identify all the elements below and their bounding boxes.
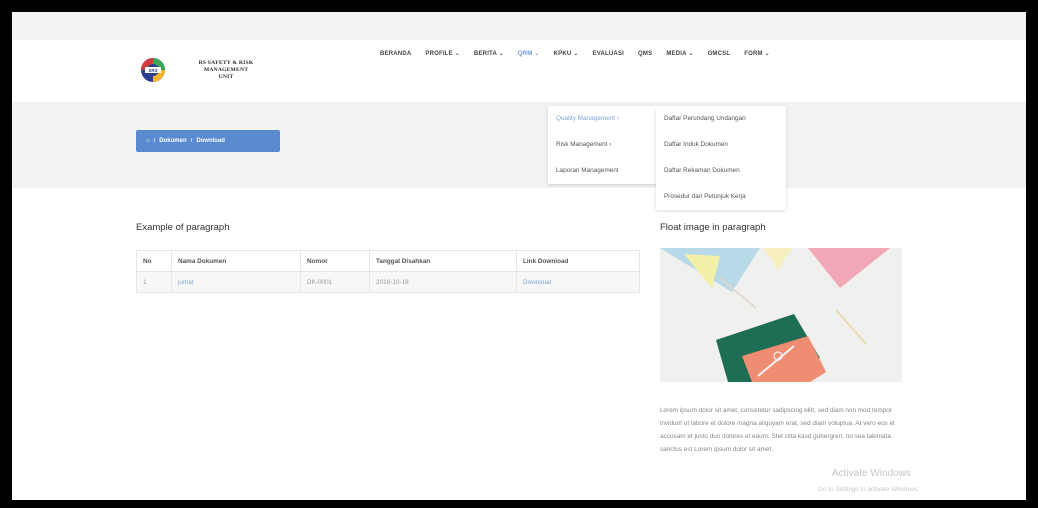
breadcrumb-item-download: Download [196, 138, 225, 144]
column-header: Nomor [300, 250, 370, 272]
column-header: Nama Dokumen [171, 250, 301, 272]
submenu-item-daftar-perundang[interactable]: Daftar Perundang Undangan [656, 106, 786, 132]
chevron-down-icon: ⌄ [454, 51, 460, 57]
download-link[interactable]: Download [516, 271, 640, 293]
breadcrumb-separator: / [153, 138, 156, 144]
chevron-down-icon: ⌄ [573, 51, 579, 57]
logo-line: RS SAFETY & RISK [198, 60, 254, 66]
breadcrumb-item-dokumen[interactable]: Dokumen [159, 138, 186, 144]
table-row: 1 jumat DK-0001 2018-10-18 Download [136, 271, 640, 293]
home-icon[interactable]: ⌂ [146, 138, 150, 144]
nav-item-qms[interactable]: QMS [638, 51, 652, 57]
table-cell: DK-0001 [300, 271, 370, 293]
submenu-item-daftar-induk[interactable]: Daftar Induk Dokumen [656, 132, 786, 158]
table-cell: 2018-10-18 [369, 271, 517, 293]
column-header: No [136, 250, 172, 272]
column-header: Tanggal Disahkan [369, 250, 517, 272]
qrm-submenu: Quality Management › Risk Management › L… [548, 106, 656, 184]
document-name-link[interactable]: jumat [171, 271, 301, 293]
submenu-item-quality-management[interactable]: Quality Management › [548, 106, 656, 132]
nav-item-media[interactable]: MEDIA ⌄ [666, 50, 693, 57]
chevron-right-icon: › [616, 115, 619, 122]
chevron-right-icon: › [609, 141, 612, 148]
logo-line: MANAGEMENT [203, 67, 249, 73]
submenu-item-prosedur[interactable]: Prosedur dan Petunjuk Kerja [656, 184, 786, 210]
document-table: No Nama Dokumen Nomor Tanggal Disahkan L… [136, 250, 640, 293]
table-header-row: No Nama Dokumen Nomor Tanggal Disahkan L… [136, 250, 640, 272]
svg-text:SRS: SRS [148, 68, 157, 73]
stationery-photo [660, 248, 902, 382]
chevron-down-icon: ⌄ [498, 51, 504, 57]
nav-item-beranda[interactable]: BERANDA [380, 51, 411, 57]
quality-management-submenu: Daftar Perundang Undangan Daftar Induk D… [656, 106, 786, 210]
nav-item-form[interactable]: FORM ⌄ [744, 50, 770, 57]
activation-watermark-title: Activate Windows [832, 468, 911, 479]
logo-text: RS SAFETY & RISK MANAGEMENT UNIT [176, 60, 276, 81]
logo-icon[interactable]: SRS [136, 56, 170, 84]
logo-line: UNIT [218, 74, 234, 80]
nav-item-evaluasi[interactable]: EVALUASI [593, 51, 625, 57]
submenu-item-daftar-rekaman[interactable]: Daftar Rekaman Dokumen [656, 158, 786, 184]
submenu-item-laporan-management[interactable]: Laporan Management [548, 158, 656, 184]
chevron-down-icon: ⌄ [688, 51, 694, 57]
chevron-down-icon: ⌄ [764, 51, 770, 57]
side-section-title: Float image in paragraph [660, 222, 766, 233]
main-nav: BERANDA PROFILE ⌄ BERITA ⌄ QRM ⌄ KPKU ⌄ … [380, 50, 784, 58]
main-section-title: Example of paragraph [136, 222, 230, 233]
browser-viewport: SRS RS SAFETY & RISK MANAGEMENT UNIT BER… [12, 12, 1026, 500]
nav-item-kpku[interactable]: KPKU ⌄ [554, 50, 579, 57]
breadcrumb-separator: / [190, 138, 193, 144]
side-paragraph: Lorem ipsum dolor sit amet, consetetur s… [660, 407, 895, 453]
top-bar [12, 12, 1026, 40]
breadcrumb: ⌂ / Dokumen / Download [136, 130, 280, 152]
activation-watermark-subtitle: Go to Settings to activate Windows. [818, 486, 919, 493]
submenu-item-risk-management[interactable]: Risk Management › [548, 132, 656, 158]
nav-item-profile[interactable]: PROFILE ⌄ [425, 50, 460, 57]
nav-item-qrm[interactable]: QRM ⌄ [518, 50, 540, 57]
column-header: Link Download [516, 250, 640, 272]
table-cell: 1 [136, 271, 172, 293]
nav-item-gmcsl[interactable]: GMCSL [708, 51, 731, 57]
chevron-down-icon: ⌄ [534, 51, 540, 57]
nav-item-berita[interactable]: BERITA ⌄ [474, 50, 504, 57]
